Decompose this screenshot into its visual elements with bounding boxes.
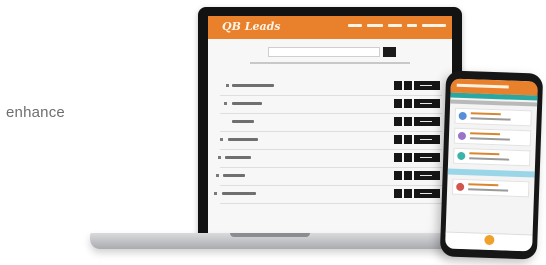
row-action-button[interactable] <box>414 99 440 108</box>
add-button[interactable] <box>404 171 412 180</box>
phone-header <box>450 78 538 96</box>
row-label <box>223 174 245 177</box>
row-bullet <box>226 84 229 87</box>
row-label <box>228 138 258 141</box>
avatar <box>457 151 466 161</box>
nav-item-1[interactable] <box>348 24 362 27</box>
list-item[interactable] <box>453 127 532 147</box>
phone-section-band <box>447 168 535 178</box>
list-row <box>214 186 442 204</box>
row-action-button[interactable] <box>414 189 440 198</box>
row-actions <box>394 117 440 126</box>
edit-button[interactable] <box>394 153 402 162</box>
add-button[interactable] <box>404 135 412 144</box>
laptop: QB Leads <box>198 7 462 239</box>
edit-button[interactable] <box>394 189 402 198</box>
add-button[interactable] <box>404 117 412 126</box>
list-row <box>220 132 442 150</box>
row-bullet <box>214 192 217 195</box>
row-actions <box>394 99 440 108</box>
laptop-screen: QB Leads <box>208 16 452 233</box>
add-button[interactable] <box>404 81 412 90</box>
search-row <box>268 47 396 57</box>
row-action-button[interactable] <box>414 135 440 144</box>
search-input[interactable] <box>268 47 380 57</box>
row-bullet <box>216 174 219 177</box>
avatar <box>457 131 467 141</box>
laptop-notch <box>230 233 310 237</box>
row-actions <box>394 153 440 162</box>
edit-button[interactable] <box>394 171 402 180</box>
caption-text: enhance <box>6 104 65 121</box>
avatar <box>456 182 465 192</box>
add-button[interactable] <box>404 153 412 162</box>
edit-button[interactable] <box>394 135 402 144</box>
brand-logo: QB Leads <box>222 20 281 33</box>
category-list <box>214 78 442 204</box>
list-item[interactable] <box>454 107 532 127</box>
list-item[interactable] <box>453 147 531 167</box>
list-row <box>220 114 442 132</box>
list-row <box>216 168 442 186</box>
list-row <box>220 78 442 96</box>
avatar <box>458 111 467 121</box>
row-bullet <box>220 138 223 141</box>
edit-button[interactable] <box>394 81 402 90</box>
row-bullet <box>218 156 221 159</box>
row-label <box>232 120 254 123</box>
row-label <box>222 192 256 195</box>
phone-subheader <box>450 99 538 107</box>
row-label <box>225 156 251 159</box>
row-label <box>232 102 262 105</box>
search-hint <box>250 62 410 64</box>
list-row <box>220 96 442 114</box>
app-header: QB Leads <box>208 16 452 39</box>
row-bullet <box>224 102 227 105</box>
nav-item-2[interactable] <box>367 24 383 27</box>
row-actions <box>394 135 440 144</box>
list-row <box>218 150 442 168</box>
nav-item-3[interactable] <box>388 24 402 27</box>
phone-screen <box>445 78 538 252</box>
phone <box>439 70 544 260</box>
row-actions <box>394 171 440 180</box>
nav-item-5[interactable] <box>422 24 446 27</box>
nav-item-4[interactable] <box>407 24 417 27</box>
row-actions <box>394 81 440 90</box>
edit-button[interactable] <box>394 117 402 126</box>
search-button[interactable] <box>383 47 396 57</box>
top-nav <box>348 24 446 27</box>
row-action-button[interactable] <box>414 117 440 126</box>
row-action-button[interactable] <box>414 153 440 162</box>
row-action-button[interactable] <box>414 81 440 90</box>
row-actions <box>394 189 440 198</box>
edit-button[interactable] <box>394 99 402 108</box>
add-button[interactable] <box>404 189 412 198</box>
row-action-button[interactable] <box>414 171 440 180</box>
list-item[interactable] <box>451 178 530 198</box>
add-button[interactable] <box>404 99 412 108</box>
row-label <box>232 84 274 87</box>
